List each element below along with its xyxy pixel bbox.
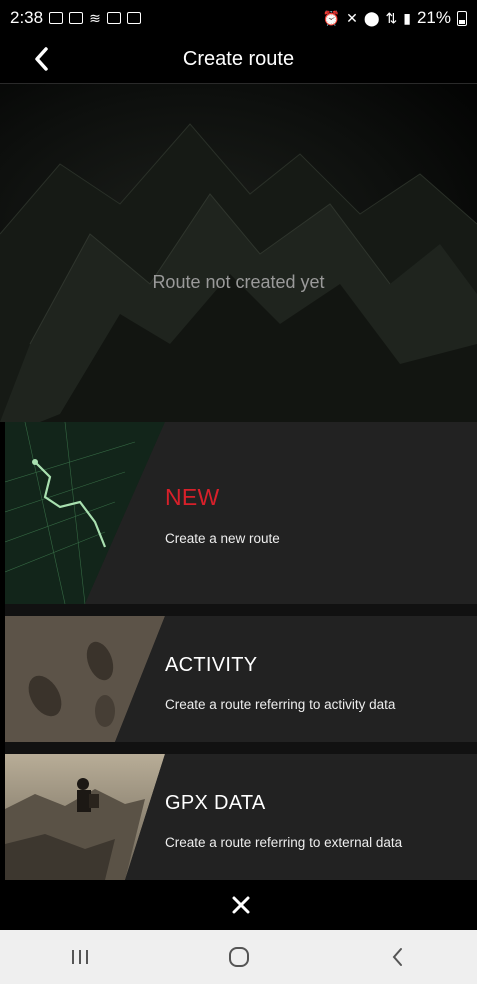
- recent-apps-button[interactable]: [50, 937, 110, 977]
- system-back-button[interactable]: [368, 937, 428, 977]
- location-icon: ⬤: [363, 9, 380, 26]
- close-button[interactable]: [229, 893, 253, 917]
- divider: [5, 604, 477, 616]
- option-subtitle: Create a route referring to external dat…: [165, 835, 403, 850]
- status-bar: 2:38 ≋ ⏰ ✕ ⬤ ⇅ ▮ 21%: [0, 0, 477, 36]
- chevron-left-icon: [392, 948, 402, 966]
- status-left: 2:38 ≋: [10, 8, 141, 28]
- data-icon: ⇅: [385, 9, 398, 26]
- image-icon: [106, 12, 121, 24]
- mute-icon: ✕: [346, 9, 358, 26]
- route-preview: Route not created yet: [0, 84, 477, 422]
- option-title: GPX DATA: [165, 792, 266, 814]
- wifi-calling-icon: ≋: [89, 9, 101, 26]
- status-time: 2:38: [10, 8, 44, 27]
- home-button[interactable]: [209, 937, 269, 977]
- divider: [5, 742, 477, 754]
- option-title: ACTIVITY: [165, 654, 258, 676]
- battery-percent: 21%: [416, 8, 451, 27]
- mountain-image: [0, 123, 477, 422]
- close-icon: [232, 896, 250, 914]
- gmail-icon: [69, 12, 84, 24]
- option-gpx-data[interactable]: GPX DATA Create a route referring to ext…: [5, 754, 477, 880]
- back-button[interactable]: [28, 44, 58, 74]
- hiker-thumbnail: [5, 754, 165, 880]
- option-activity[interactable]: ACTIVITY Create a route referring to act…: [5, 616, 477, 742]
- home-icon: [228, 947, 249, 967]
- option-title: NEW: [165, 484, 220, 510]
- system-nav-bar: [0, 930, 477, 984]
- signal-icon: ▮: [403, 9, 411, 26]
- alarm-icon: ⏰: [322, 9, 341, 26]
- route-status-text: Route not created yet: [152, 272, 325, 292]
- chevron-left-icon: [35, 47, 48, 71]
- app-header: Create route: [0, 36, 477, 84]
- option-subtitle: Create a route referring to activity dat…: [165, 697, 396, 712]
- gmail-icon: [49, 12, 64, 24]
- status-right: ⏰ ✕ ⬤ ⇅ ▮ 21%: [323, 8, 467, 28]
- option-subtitle: Create a new route: [165, 531, 280, 546]
- option-new-route[interactable]: NEW Create a new route: [5, 422, 477, 604]
- battery-icon: [457, 10, 467, 26]
- footprints-thumbnail: [5, 616, 165, 742]
- page-title: Create route: [182, 48, 295, 70]
- close-bar: [5, 880, 477, 930]
- calendar-icon: [126, 12, 141, 24]
- map-thumbnail: [5, 422, 165, 604]
- recent-apps-icon: [71, 950, 88, 964]
